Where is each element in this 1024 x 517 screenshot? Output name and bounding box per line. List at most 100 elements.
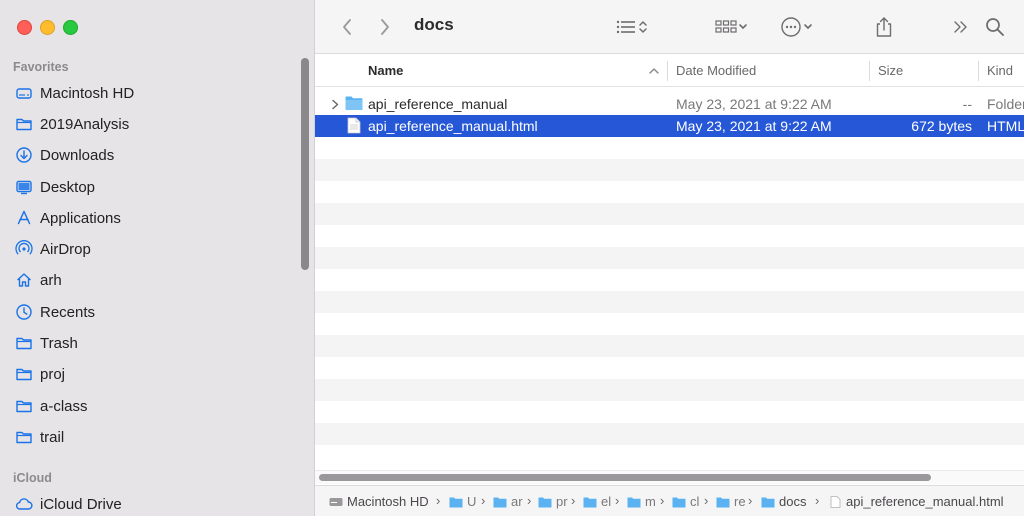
- sidebar-item-arh[interactable]: arh: [14, 267, 62, 293]
- column-header-name[interactable]: Name: [368, 63, 403, 78]
- file-name: api_reference_manual: [368, 96, 508, 112]
- action-button[interactable]: [776, 13, 818, 41]
- path-crumb-re[interactable]: re: [716, 494, 746, 509]
- forward-button[interactable]: [373, 13, 397, 41]
- sidebar-item-label: Downloads: [40, 146, 115, 164]
- column-header-kind[interactable]: Kind: [987, 63, 1013, 78]
- column-header-date-modified[interactable]: Date Modified: [676, 63, 756, 78]
- path-separator-icon: ›: [748, 493, 753, 508]
- drive-icon: [329, 497, 343, 506]
- sidebar-item-label: arh: [40, 271, 62, 289]
- share-button[interactable]: [871, 13, 897, 41]
- sidebar-item-downloads[interactable]: Downloads: [14, 142, 114, 168]
- sidebar-item-trash[interactable]: Trash: [14, 330, 78, 356]
- empty-row: [315, 291, 1024, 313]
- sidebar-item-label: proj: [40, 365, 66, 383]
- sidebar-item-label: 2019Analysis: [40, 115, 130, 133]
- path-crumb-cl[interactable]: cl: [672, 494, 699, 509]
- path-crumb-ar[interactable]: ar: [493, 494, 523, 509]
- chevron-down-icon: [739, 24, 747, 29]
- empty-row: [315, 313, 1024, 335]
- path-crumb-file[interactable]: api_reference_manual.html: [828, 494, 1004, 509]
- sidebar-item-label: Macintosh HD: [40, 84, 135, 102]
- minimize-window-button[interactable]: [40, 20, 55, 35]
- view-mode-button[interactable]: [610, 13, 654, 41]
- zoom-window-button[interactable]: [63, 20, 78, 35]
- sidebar-item-airdrop[interactable]: AirDrop: [14, 236, 91, 262]
- empty-row: [315, 379, 1024, 401]
- sidebar-item-icloud-drive[interactable]: iCloud Drive: [14, 491, 122, 517]
- search-button[interactable]: [983, 13, 1007, 41]
- window-controls: [17, 20, 78, 35]
- desktop-icon: [14, 178, 34, 196]
- airdrop-icon: [14, 240, 34, 258]
- grid-icon: [715, 20, 737, 33]
- sidebar-item-desktop[interactable]: Desktop: [14, 174, 95, 200]
- sidebar-item-label: iCloud Drive: [40, 495, 122, 513]
- empty-row: [315, 269, 1024, 291]
- path-crumb-el[interactable]: el: [583, 494, 611, 509]
- folder-icon: [14, 428, 34, 446]
- file-kind: HTML: [987, 118, 1024, 134]
- path-crumb-macintosh-hd[interactable]: Macintosh HD: [329, 494, 429, 509]
- sidebar-item-2019analysis[interactable]: 2019Analysis: [14, 111, 129, 137]
- more-toolbar-items-button[interactable]: [949, 13, 971, 41]
- path-crumb-u[interactable]: U: [449, 494, 476, 509]
- folder-icon: [14, 365, 34, 383]
- group-button[interactable]: [711, 13, 753, 41]
- sidebar-item-trail[interactable]: trail: [14, 424, 64, 450]
- folder-icon: [627, 497, 641, 507]
- chevron-right-icon: [381, 19, 389, 35]
- sidebar: Favorites Macintosh HD 2019Analysis Down…: [0, 0, 315, 516]
- path-crumb-docs[interactable]: docs: [761, 494, 806, 509]
- sort-ascending-icon: [649, 68, 659, 74]
- more-icon: [781, 17, 801, 37]
- folder-icon: [761, 497, 775, 507]
- sidebar-item-label: Desktop: [40, 178, 96, 196]
- sidebar-item-a-class[interactable]: a-class: [14, 393, 88, 419]
- path-separator-icon: ›: [481, 493, 486, 508]
- sidebar-scrollbar[interactable]: [301, 58, 309, 270]
- scrollbar-thumb[interactable]: [319, 474, 931, 481]
- empty-row: [315, 445, 1024, 467]
- column-divider[interactable]: [869, 61, 870, 81]
- folder-icon: [538, 497, 552, 507]
- finder-window: Favorites Macintosh HD 2019Analysis Down…: [0, 0, 1024, 516]
- path-separator-icon: ›: [815, 493, 820, 508]
- sidebar-item-recents[interactable]: Recents: [14, 299, 95, 325]
- table-row[interactable]: api_reference_manual May 23, 2021 at 9:2…: [315, 93, 1024, 115]
- file-size: 672 bytes: [911, 118, 972, 134]
- sidebar-section-icloud: iCloud: [13, 471, 52, 485]
- sidebar-item-macintosh-hd[interactable]: Macintosh HD: [14, 80, 134, 106]
- sidebar-item-proj[interactable]: proj: [14, 361, 65, 387]
- file-kind: Folder: [987, 96, 1024, 112]
- up-down-chevron-icon: [639, 21, 647, 33]
- path-crumb-m[interactable]: m: [627, 494, 656, 509]
- path-separator-icon: ›: [615, 493, 620, 508]
- disclosure-triangle-icon[interactable]: [331, 99, 340, 110]
- search-icon: [986, 18, 1004, 36]
- close-window-button[interactable]: [17, 20, 32, 35]
- sidebar-item-label: trail: [40, 428, 65, 446]
- document-icon: [347, 117, 361, 134]
- column-divider[interactable]: [978, 61, 979, 81]
- toolbar: docs: [315, 0, 1024, 54]
- sidebar-section-favorites: Favorites: [13, 60, 69, 74]
- empty-row: [315, 335, 1024, 357]
- empty-row: [315, 247, 1024, 269]
- path-bar: Macintosh HD › U › ar › pr › el › m › cl…: [315, 485, 1024, 516]
- file-date-modified: May 23, 2021 at 9:22 AM: [676, 118, 832, 134]
- file-list: api_reference_manual May 23, 2021 at 9:2…: [315, 87, 1024, 470]
- drive-icon: [14, 84, 34, 102]
- column-header-size[interactable]: Size: [878, 63, 903, 78]
- column-divider[interactable]: [667, 61, 668, 81]
- sidebar-item-applications[interactable]: Applications: [14, 205, 121, 231]
- horizontal-scrollbar[interactable]: [315, 470, 1024, 484]
- file-name: api_reference_manual.html: [368, 118, 538, 134]
- path-crumb-pr[interactable]: pr: [538, 494, 568, 509]
- folder-icon: [493, 497, 507, 507]
- back-button[interactable]: [335, 13, 359, 41]
- sidebar-item-label: Trash: [40, 334, 78, 352]
- folder-icon: [672, 497, 686, 507]
- table-row[interactable]: api_reference_manual.html May 23, 2021 a…: [315, 115, 1024, 137]
